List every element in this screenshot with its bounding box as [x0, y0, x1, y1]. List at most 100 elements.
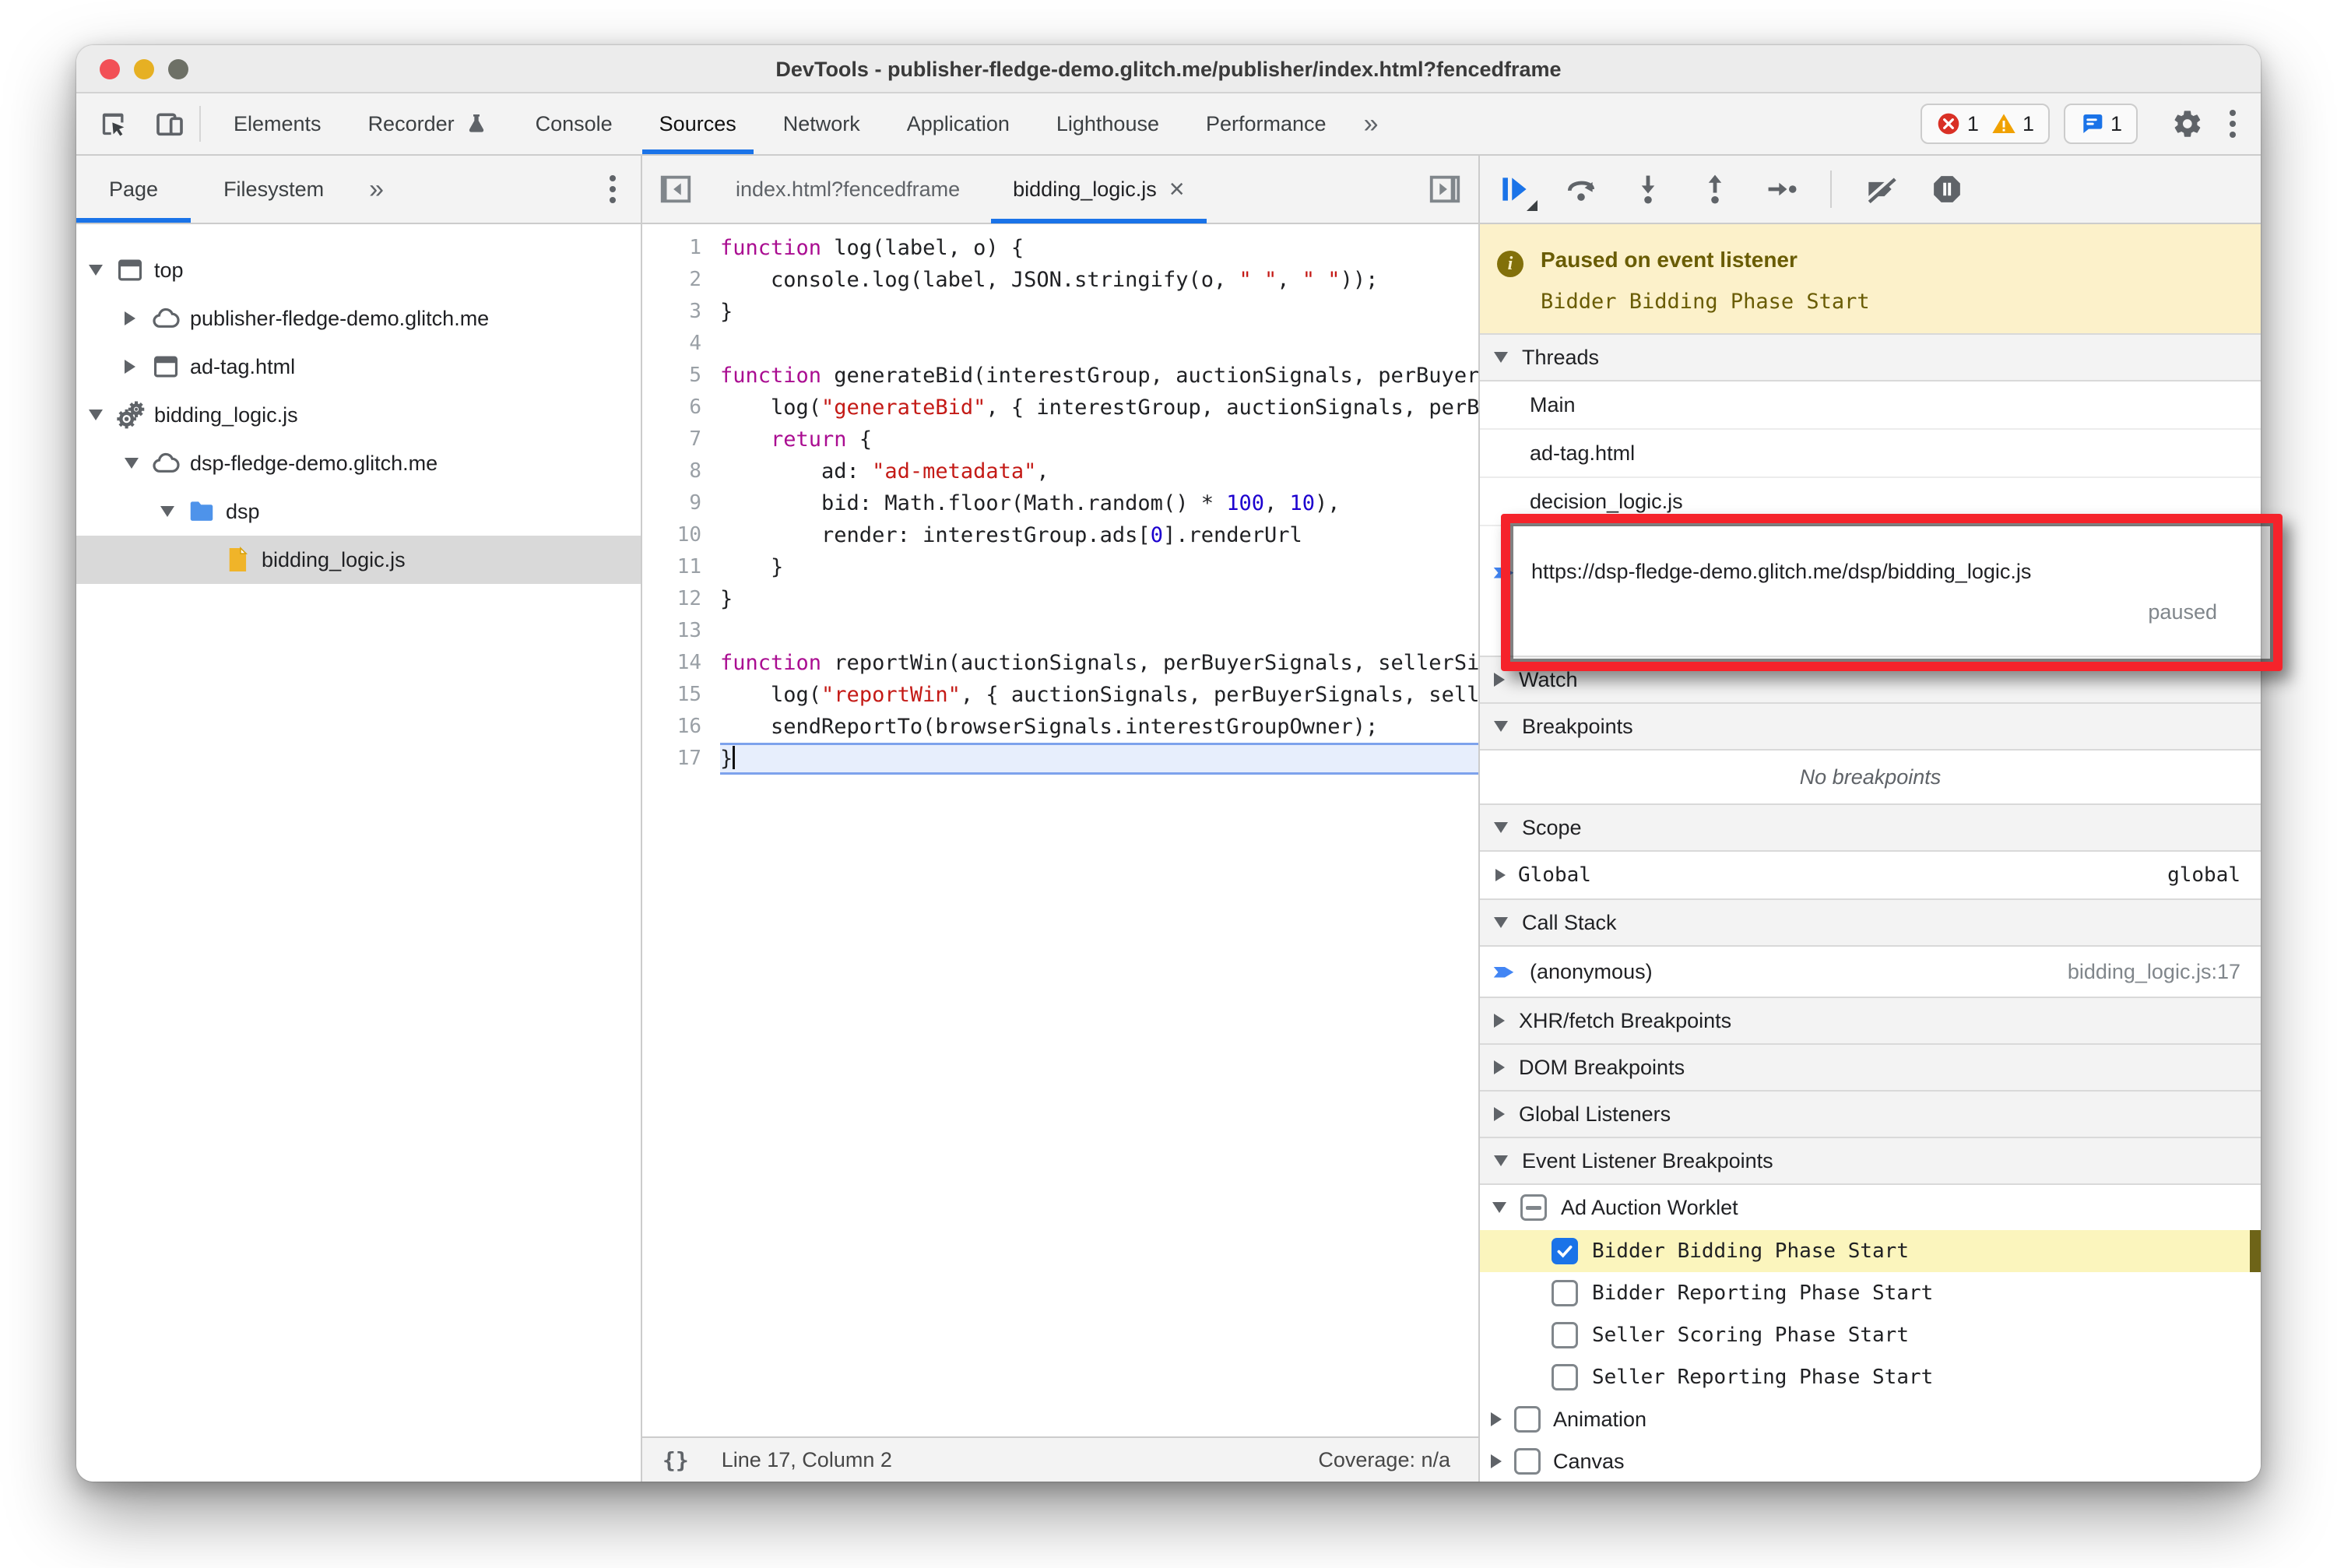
event-breakpoint-seller-reporting-phase-start[interactable]: Seller Reporting Phase Start: [1480, 1356, 2261, 1398]
tab-performance[interactable]: Performance: [1183, 93, 1350, 154]
tab-filesystem[interactable]: Filesystem: [191, 156, 357, 223]
expand-icon[interactable]: [125, 360, 135, 374]
xhr-breakpoints-section-header[interactable]: XHR/fetch Breakpoints: [1480, 997, 2261, 1045]
event-category-canvas[interactable]: Canvas: [1480, 1440, 2261, 1482]
editor-tab-bidding-logic[interactable]: bidding_logic.js ×: [986, 155, 1211, 223]
issues-badge[interactable]: 1: [2063, 104, 2138, 144]
call-stack-section-header[interactable]: Call Stack: [1480, 898, 2261, 947]
thread-ad-tag[interactable]: ad-tag.html: [1480, 430, 2261, 478]
event-listener-breakpoints-section-header[interactable]: Event Listener Breakpoints: [1480, 1137, 2261, 1185]
line-number[interactable]: 6: [642, 392, 720, 424]
thread-decision-logic[interactable]: decision_logic.js: [1480, 478, 2261, 526]
error-badge[interactable]: 1: [1936, 111, 1979, 136]
call-stack-frame[interactable]: (anonymous) bidding_logic.js:17: [1480, 947, 2261, 998]
thread-main[interactable]: Main: [1480, 381, 2261, 430]
checkbox[interactable]: [1552, 1322, 1578, 1348]
expand-icon[interactable]: [125, 311, 135, 325]
line-number[interactable]: 9: [642, 487, 720, 519]
tab-elements[interactable]: Elements: [210, 93, 345, 154]
resume-script-button[interactable]: [1495, 171, 1538, 211]
errors-warnings-badge[interactable]: 1 1: [1920, 104, 2050, 144]
expand-icon[interactable]: [1491, 1454, 1502, 1468]
line-number[interactable]: 4: [642, 328, 720, 360]
warning-badge[interactable]: 1: [1991, 111, 2034, 136]
checkbox[interactable]: [1514, 1406, 1541, 1433]
dom-breakpoints-section-header[interactable]: DOM Breakpoints: [1480, 1043, 2261, 1092]
tab-sources[interactable]: Sources: [636, 93, 760, 154]
event-breakpoint-seller-scoring-phase-start[interactable]: Seller Scoring Phase Start: [1480, 1314, 2261, 1356]
checkbox-checked[interactable]: [1552, 1238, 1578, 1264]
expand-icon[interactable]: [1491, 1412, 1502, 1426]
event-breakpoint-label: Bidder Reporting Phase Start: [1592, 1281, 1934, 1305]
step-button[interactable]: [1763, 171, 1801, 208]
threads-section-header[interactable]: Threads: [1480, 333, 2261, 381]
tab-network[interactable]: Network: [760, 93, 884, 154]
pause-on-exceptions-button[interactable]: [1928, 171, 1966, 208]
tab-lighthouse[interactable]: Lighthouse: [1033, 93, 1183, 154]
hide-navigator-icon[interactable]: [642, 155, 709, 223]
tab-console[interactable]: Console: [512, 93, 636, 154]
line-number[interactable]: 12: [642, 583, 720, 615]
devtools-menu-kebab-icon[interactable]: [2222, 110, 2244, 138]
tab-recorder[interactable]: Recorder: [345, 93, 512, 154]
scope-global-row[interactable]: Global global: [1480, 852, 2261, 900]
line-number[interactable]: 3: [642, 296, 720, 328]
scope-section-header[interactable]: Scope: [1480, 803, 2261, 852]
ad-auction-worklet-group[interactable]: Ad Auction Worklet: [1480, 1185, 2261, 1230]
line-number[interactable]: 14: [642, 647, 720, 679]
event-breakpoint-bidder-reporting-phase-start[interactable]: Bidder Reporting Phase Start: [1480, 1272, 2261, 1314]
event-category-animation[interactable]: Animation: [1480, 1398, 2261, 1440]
toolbar-divider: [199, 106, 201, 142]
step-out-button[interactable]: [1696, 171, 1734, 208]
code-line-2: 2 console.log(label, JSON.stringify(o, "…: [642, 264, 1478, 296]
tree-item-bidding-logic-js[interactable]: bidding_logic.js: [76, 391, 641, 439]
thread-bidding-logic-paused[interactable]: https://dsp-fledge-demo.glitch.me/dsp/bi…: [1480, 526, 2261, 657]
tree-item-dsp-fledge-demo-glitch-me[interactable]: dsp-fledge-demo.glitch.me: [76, 439, 641, 487]
more-tabs-chevron-icon[interactable]: »: [1350, 93, 1393, 154]
navigator-menu-kebab-icon[interactable]: [602, 175, 624, 203]
line-number[interactable]: 2: [642, 264, 720, 296]
settings-gear-icon[interactable]: [2167, 104, 2208, 144]
tree-item-publisher-fledge-demo-glitch-me[interactable]: publisher-fledge-demo.glitch.me: [76, 294, 641, 343]
close-tab-icon[interactable]: ×: [1169, 176, 1185, 202]
ad-auction-worklet-checkbox[interactable]: [1520, 1194, 1547, 1221]
tree-item-ad-tag-html[interactable]: ad-tag.html: [76, 343, 641, 391]
device-toolbar-icon[interactable]: [149, 104, 190, 144]
event-breakpoint-bidder-bidding-phase-start[interactable]: Bidder Bidding Phase Start: [1480, 1230, 2261, 1272]
line-number[interactable]: 11: [642, 551, 720, 583]
code-editor[interactable]: 1 function log(label, o) {2 console.log(l…: [642, 224, 1478, 1436]
line-number[interactable]: 10: [642, 519, 720, 551]
checkbox[interactable]: [1552, 1280, 1578, 1306]
tree-item-top[interactable]: top: [76, 246, 641, 294]
line-number[interactable]: 8: [642, 455, 720, 487]
collapse-icon[interactable]: [89, 410, 103, 420]
line-number[interactable]: 13: [642, 615, 720, 647]
line-number[interactable]: 16: [642, 711, 720, 743]
editor-tab-index[interactable]: index.html?fencedframe: [709, 155, 986, 223]
tree-item-bidding-logic-js[interactable]: bidding_logic.js: [76, 536, 641, 584]
tab-application[interactable]: Application: [884, 93, 1033, 154]
collapse-icon[interactable]: [125, 458, 139, 469]
collapse-icon[interactable]: [160, 506, 174, 517]
checkbox[interactable]: [1552, 1364, 1578, 1390]
tree-item-dsp[interactable]: dsp: [76, 487, 641, 536]
inspect-element-icon[interactable]: [93, 104, 134, 144]
step-over-button[interactable]: [1562, 171, 1600, 208]
checkbox[interactable]: [1514, 1448, 1541, 1475]
more-navigator-tabs-chevron-icon[interactable]: »: [357, 156, 396, 223]
pretty-print-button[interactable]: {}: [662, 1447, 689, 1473]
deactivate-breakpoints-button[interactable]: [1861, 171, 1899, 208]
watch-section-header[interactable]: Watch: [1480, 656, 2261, 704]
tab-page[interactable]: Page: [76, 156, 192, 223]
line-number[interactable]: 17: [642, 743, 720, 775]
collapse-icon[interactable]: [89, 265, 103, 276]
step-into-button[interactable]: [1629, 171, 1667, 208]
show-debugger-icon[interactable]: [1411, 155, 1478, 223]
window-titlebar[interactable]: DevTools - publisher-fledge-demo.glitch.…: [76, 45, 2261, 93]
line-number[interactable]: 15: [642, 679, 720, 711]
line-number[interactable]: 5: [642, 360, 720, 392]
line-number[interactable]: 1: [642, 232, 720, 264]
breakpoints-section-header[interactable]: Breakpoints: [1480, 702, 2261, 751]
line-number[interactable]: 7: [642, 424, 720, 455]
global-listeners-section-header[interactable]: Global Listeners: [1480, 1090, 2261, 1138]
